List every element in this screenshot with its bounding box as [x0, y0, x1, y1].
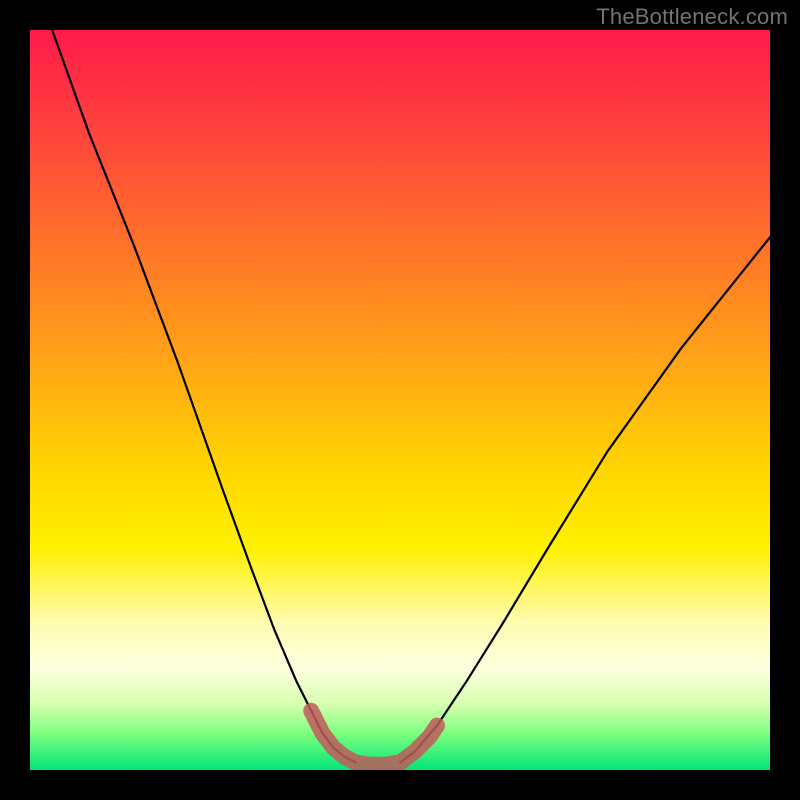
curve-layer: [30, 30, 770, 770]
series-bottom-highlight: [311, 711, 437, 765]
plot-area: [30, 30, 770, 770]
series-right-curve: [400, 237, 770, 762]
watermark-text: TheBottleneck.com: [596, 4, 788, 30]
series-container: [52, 30, 770, 765]
series-left-curve: [52, 30, 355, 763]
chart-frame: TheBottleneck.com: [0, 0, 800, 800]
